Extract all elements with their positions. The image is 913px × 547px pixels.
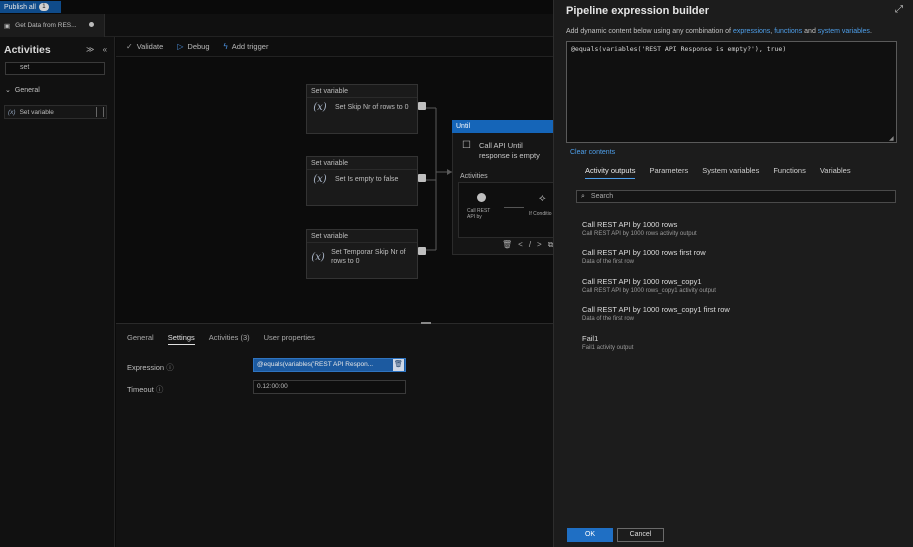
until-description: ☐ Call API Until response is empty [462,141,549,161]
loop-icon: ☐ [462,140,471,151]
properties-panel [116,323,553,547]
hint-text: and [802,28,818,35]
activity-card-header: Set variable [307,85,417,98]
search-placeholder: Search [590,193,614,200]
output-subtitle: Data of the first row [582,259,635,265]
variable-icon: (𝑥) [313,174,327,185]
web-activity-icon [477,193,486,202]
tab-activities[interactable]: Activities (3) [209,333,250,345]
tab-general[interactable]: General [127,333,154,345]
expression-field[interactable]: @equals(variables('REST API Respon... [253,358,406,372]
inner-activity-label: Call REST API by [467,208,491,220]
list-item[interactable]: Call REST API by 1000 rows_copy1 first r… [582,305,882,322]
tab-activity-outputs[interactable]: Activity outputs [585,166,636,179]
output-subtitle: Data of the first row [582,316,635,322]
variable-icon: (𝑥) [313,102,327,113]
timeout-label: Timeout ⓘ [127,385,164,394]
until-header: Until [452,120,554,133]
functions-link[interactable]: functions [774,28,802,35]
until-activities-label: Activities [460,173,488,180]
delete-icon[interactable]: 🗑 [393,359,404,371]
pane-title: Pipeline expression builder [566,5,710,17]
connector-line [504,207,524,208]
delete-icon[interactable]: 🗑 [502,240,518,249]
expression-editor[interactable]: @equals(variables('REST API Response is … [566,41,897,143]
tab-variables[interactable]: Variables [820,166,851,179]
properties-tabs: General Settings Activities (3) User pro… [127,333,315,345]
activity-card[interactable]: Set variable (𝑥) Set Is empty to false [306,156,418,206]
panel-resize-handle[interactable] [421,322,431,324]
activity-card-label: Set Skip Nr of rows to 0 [335,104,409,111]
until-actions: 🗑</>⧉ [502,240,559,250]
tab-system-variables[interactable]: System variables [702,166,759,179]
pane-hint: Add dynamic content below using any comb… [566,28,872,35]
expressions-link[interactable]: expressions [733,28,770,35]
tab-user-properties[interactable]: User properties [264,333,315,345]
expression-tabs: Activity outputs Parameters System varia… [585,166,851,179]
activity-card-header: Set variable [307,157,417,170]
activity-card-label: Set Temporar Skip Nr of rows to 0 [331,249,406,265]
cancel-button[interactable]: Cancel [617,528,664,542]
activity-card-label: Set Is empty to false [335,176,399,183]
code-icon[interactable]: </> [518,240,548,249]
timeout-field[interactable]: 0.12:00:00 [253,380,406,394]
clear-contents-link[interactable]: Clear contents [570,149,615,156]
output-title: Fail1 [582,334,599,343]
output-title: Call REST API by 1000 rows [582,220,678,229]
output-subtitle: Call REST API by 1000 rows_copy1 activit… [582,288,716,294]
info-icon: ⓘ [166,363,174,372]
hint-text: . [869,28,872,35]
inner-activity-label: If Conditio [529,211,552,217]
output-title: Call REST API by 1000 rows first row [582,248,706,257]
expand-icon[interactable]: ⤢ [895,4,903,15]
expression-label: Expression ⓘ [127,363,174,372]
activity-card-header: Set variable [307,230,417,243]
info-icon: ⓘ [155,385,164,394]
hint-text: Add dynamic content below using any comb… [566,28,733,35]
success-check-icon [418,102,426,110]
output-subtitle: Call REST API by 1000 rows activity outp… [582,231,697,237]
if-condition-icon: ⟡ [539,193,546,204]
tab-settings[interactable]: Settings [167,333,195,345]
list-item[interactable]: Call REST API by 1000 rows_copy1 Call RE… [582,277,882,294]
until-inner-canvas[interactable]: Call REST API by ⟡ If Conditio [458,182,554,238]
tab-parameters[interactable]: Parameters [649,166,688,179]
activity-card[interactable]: Set variable (𝑥) Set Skip Nr of rows to … [306,84,418,134]
variable-icon: (𝑥) [311,251,325,263]
until-description-label: Call API Until response is empty [478,141,540,160]
search-icon: ⌕ [581,192,585,200]
tab-functions[interactable]: Functions [773,166,806,179]
ok-button[interactable]: OK [567,528,613,542]
outputs-search-input[interactable]: ⌕ Search [576,190,896,203]
output-subtitle: Fail1 activity output [582,345,634,351]
resize-grip-icon[interactable]: ◢ [889,135,894,142]
success-check-icon [418,247,426,255]
output-title: Call REST API by 1000 rows_copy1 first r… [582,305,730,314]
system-variables-link[interactable]: system variables [818,28,870,35]
output-title: Call REST API by 1000 rows_copy1 [582,277,702,286]
list-item[interactable]: Fail1 Fail1 activity output [582,334,882,351]
success-check-icon [418,174,426,182]
list-item[interactable]: Call REST API by 1000 rows Call REST API… [582,220,882,237]
activity-card[interactable]: Set variable (𝑥) Set Temporar Skip Nr of… [306,229,418,279]
list-item[interactable]: Call REST API by 1000 rows first row Dat… [582,248,882,265]
